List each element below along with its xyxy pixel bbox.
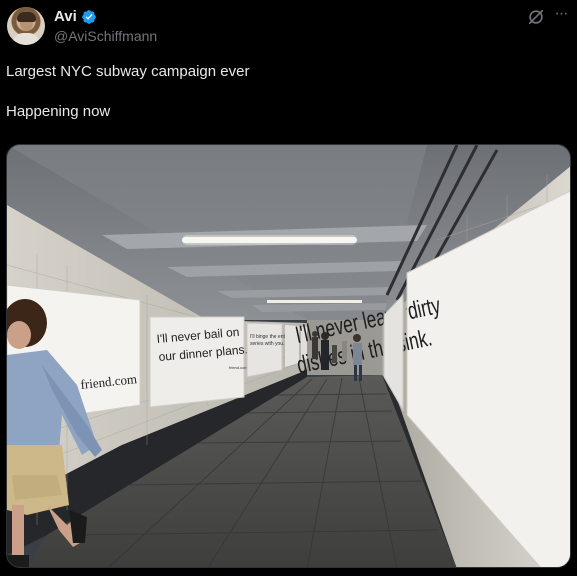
author-display-name[interactable]: Avi (54, 8, 77, 25)
more-icon[interactable]: ··· (551, 6, 571, 26)
subway-corridor-photo: friend.com I'll never bail on our dinner… (7, 145, 570, 567)
ad-left-small-line2: series with you. (250, 341, 284, 347)
author-name-row: Avi (54, 8, 97, 25)
tweet-photo[interactable]: friend.com I'll never bail on our dinner… (6, 144, 571, 568)
tweet-text-line: Happening now (6, 103, 111, 120)
ad-left-small-line1: I'll binge the entire (250, 334, 291, 340)
avatar[interactable] (7, 7, 45, 45)
ad-left-mid-brand: friend.com (229, 365, 248, 370)
grok-icon[interactable] (527, 8, 545, 26)
verified-badge-icon (81, 9, 96, 24)
tweet-text: Largest NYC subway campaign ever Happeni… (6, 62, 566, 122)
tweet-text-line: Largest NYC subway campaign ever (6, 63, 250, 80)
author-handle[interactable]: @AviSchiffmann (54, 28, 157, 44)
